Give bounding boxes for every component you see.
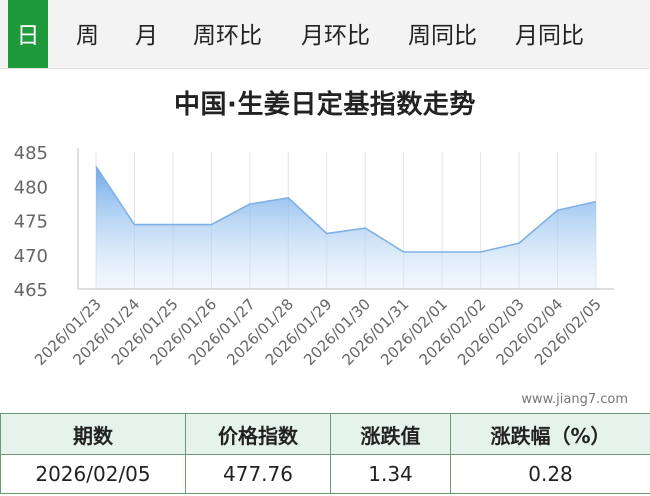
cell-change-value: 1.34 [330,454,451,494]
area-layer [95,165,597,289]
tab-week-year-over-year[interactable]: 周同比 [408,0,477,68]
index-summary-table: 期数 价格指数 涨跌值 涨跌幅（%） 2026/02/05 477.76 1.3… [0,413,650,494]
tab-week-over-week[interactable]: 周环比 [193,0,262,68]
cell-price-index: 477.76 [185,454,331,494]
cell-period: 2026/02/05 [0,454,186,494]
header-change-percent: 涨跌幅（%） [450,413,650,455]
tab-month-over-month[interactable]: 月环比 [301,0,370,68]
header-period: 期数 [0,413,186,455]
chart-title: 中国·生姜日定基指数走势 [174,90,476,120]
series-area [96,166,596,289]
watermark: www.jiang7.com [521,392,628,407]
y-tick-label: 475 [14,212,48,233]
y-tick-label: 480 [14,177,48,198]
table-header-row: 期数 价格指数 涨跌值 涨跌幅（%） [0,413,650,455]
header-price-index: 价格指数 [185,413,331,455]
tab-week[interactable]: 周 [76,0,99,68]
header-change-value: 涨跌值 [330,413,451,455]
y-tick-label: 465 [14,280,48,301]
period-tabs: 日 周 月 周环比 月环比 周同比 月同比 [0,0,650,69]
tab-day[interactable]: 日 [8,0,48,68]
cell-change-percent: 0.28 [450,454,650,494]
tab-month[interactable]: 月 [135,0,158,68]
y-tick-label: 485 [14,143,48,164]
index-area-chart: 4654704754804852026/01/232026/01/242026/… [14,143,614,369]
tab-month-year-over-year[interactable]: 月同比 [515,0,584,68]
y-tick-label: 470 [14,246,48,267]
table-row: 2026/02/05 477.76 1.34 0.28 [0,454,650,494]
